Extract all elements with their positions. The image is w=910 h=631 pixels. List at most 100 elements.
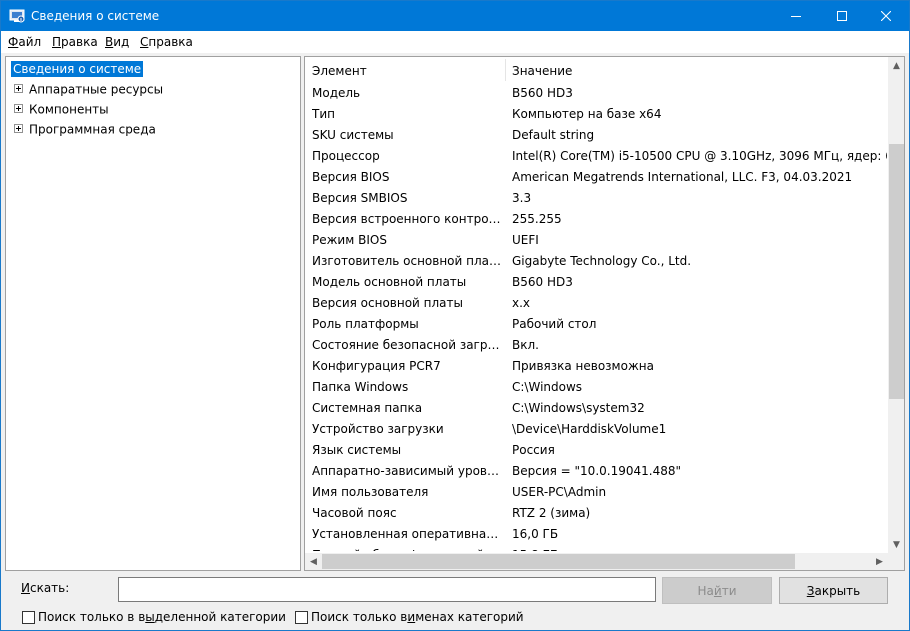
horizontal-scrollbar[interactable]: ◀ ▶ bbox=[305, 553, 888, 570]
scroll-right-icon[interactable]: ▶ bbox=[871, 553, 888, 570]
table-row[interactable]: Системная папка C:\Windows\system32 bbox=[305, 398, 887, 419]
tree-item-system-summary[interactable]: Сведения о системе bbox=[11, 61, 144, 77]
element-cell: Имя пользователя bbox=[312, 485, 429, 499]
column-divider[interactable] bbox=[505, 59, 506, 81]
column-header-element[interactable]: Элемент bbox=[312, 64, 367, 78]
maximize-button[interactable] bbox=[819, 1, 865, 31]
table-row[interactable]: Роль платформы Рабочий стол bbox=[305, 314, 887, 335]
vertical-scrollbar[interactable]: ▲ ▼ bbox=[888, 57, 904, 553]
element-cell: Модель bbox=[312, 86, 361, 100]
menu-edit[interactable]: Правка bbox=[52, 35, 98, 49]
category-tree: Сведения о системе Аппаратные ресурсы Ко… bbox=[5, 56, 301, 571]
list-rows: Модель B560 HD3 Тип Компьютер на базе x64 SK… bbox=[305, 83, 887, 551]
element-cell: Конфигурация PCR7 bbox=[312, 359, 441, 373]
close-button-label: акрыть bbox=[814, 583, 861, 598]
msinfo-window: Сведения о системе Файл Правка Вид Справ… bbox=[0, 0, 910, 631]
value-cell: B560 HD3 bbox=[512, 275, 573, 289]
scroll-down-icon[interactable]: ▼ bbox=[888, 536, 904, 553]
table-row[interactable]: Состояние безопасной загруз... Вкл. bbox=[305, 335, 887, 356]
table-row[interactable]: Изготовитель основной платы Gigabyte Tech… bbox=[305, 251, 887, 272]
checkbox[interactable] bbox=[22, 610, 35, 624]
title-bar[interactable]: Сведения о системе bbox=[1, 1, 909, 31]
element-cell: Тип bbox=[312, 107, 335, 121]
minimize-button[interactable] bbox=[773, 1, 819, 31]
table-row[interactable]: Модель B560 HD3 bbox=[305, 83, 887, 104]
menu-view-accel: В bbox=[105, 35, 114, 49]
table-row[interactable]: Режим BIOS UEFI bbox=[305, 230, 887, 251]
option-label: Поиск только в в bbox=[38, 610, 146, 624]
expand-icon[interactable] bbox=[14, 104, 23, 113]
tree-item-software-environment[interactable]: Программная среда bbox=[14, 121, 156, 137]
table-row[interactable]: Язык системы Россия bbox=[305, 440, 887, 461]
value-cell: USER-PC\Admin bbox=[512, 485, 607, 499]
checkbox[interactable] bbox=[295, 610, 308, 624]
value-cell: C:\Windows\system32 bbox=[512, 401, 645, 415]
menu-edit-accel: П bbox=[52, 35, 62, 49]
table-row[interactable]: Имя пользователя USER-PC\Admin bbox=[305, 482, 887, 503]
option-label-end: менах категорий bbox=[415, 610, 524, 624]
close-icon bbox=[881, 11, 891, 21]
table-row[interactable]: Версия встроенного контролл... 255.255 bbox=[305, 209, 887, 230]
system-info-icon bbox=[9, 9, 25, 23]
value-cell: 15,8 ГБ bbox=[512, 545, 887, 551]
scrollbar-corner bbox=[888, 553, 904, 570]
element-cell: Часовой пояс bbox=[312, 506, 397, 520]
find-input[interactable] bbox=[118, 577, 656, 602]
column-header-value[interactable]: Значение bbox=[512, 64, 572, 78]
list-header: Элемент Значение bbox=[305, 57, 887, 83]
close-button[interactable]: Закрыть bbox=[779, 577, 888, 604]
element-cell: Версия SMBIOS bbox=[312, 191, 408, 205]
table-row[interactable]: Процессор Intel(R) Core(TM) i5-10500 CPU … bbox=[305, 146, 887, 167]
tree-item-hardware-resources[interactable]: Аппаратные ресурсы bbox=[14, 81, 163, 97]
table-row[interactable]: Аппаратно-зависимый уровен... Версия = "1… bbox=[305, 461, 887, 482]
tree-item-label: Компоненты bbox=[29, 102, 109, 117]
element-cell: Роль платформы bbox=[312, 317, 419, 331]
element-cell: Установленная оперативная п... bbox=[312, 527, 504, 541]
element-cell: Изготовитель основной платы bbox=[312, 254, 504, 268]
menu-file-label: айл bbox=[18, 35, 42, 49]
menu-file[interactable]: Файл bbox=[8, 35, 41, 49]
table-row[interactable]: Полный объем физической па... 15,8 ГБ bbox=[305, 545, 887, 551]
element-cell: Устройство загрузки bbox=[312, 422, 444, 436]
tree-item-components[interactable]: Компоненты bbox=[14, 101, 109, 117]
element-cell: Версия основной платы bbox=[312, 296, 463, 310]
table-row[interactable]: Часовой пояс RTZ 2 (зима) bbox=[305, 503, 887, 524]
find-label-text: скать: bbox=[29, 581, 70, 595]
close-window-button[interactable] bbox=[863, 1, 909, 31]
element-cell: Версия BIOS bbox=[312, 170, 390, 184]
value-cell: Россия bbox=[512, 443, 555, 457]
table-row[interactable]: Папка Windows C:\Windows bbox=[305, 377, 887, 398]
value-cell: Intel(R) Core(TM) i5-10500 CPU @ 3.10GHz… bbox=[512, 149, 887, 163]
menu-help[interactable]: Справка bbox=[140, 35, 193, 49]
table-row[interactable]: SKU системы Default string bbox=[305, 125, 887, 146]
menu-file-accel: Ф bbox=[8, 35, 19, 49]
search-selected-category-option[interactable]: Поиск только в в ы деленной категории bbox=[22, 610, 286, 624]
find-button[interactable]: На й ти bbox=[662, 577, 772, 604]
menu-edit-label: равка bbox=[61, 35, 98, 49]
menu-help-label: правка bbox=[148, 35, 193, 49]
table-row[interactable]: Тип Компьютер на базе x64 bbox=[305, 104, 887, 125]
expand-icon[interactable] bbox=[14, 124, 23, 133]
scroll-left-icon[interactable]: ◀ bbox=[305, 553, 322, 570]
close-button-accel: З bbox=[806, 583, 815, 598]
vertical-scroll-thumb[interactable] bbox=[889, 144, 904, 399]
table-row[interactable]: Версия основной платы x.x bbox=[305, 293, 887, 314]
value-cell: UEFI bbox=[512, 233, 539, 247]
expand-icon[interactable] bbox=[14, 84, 23, 93]
table-row[interactable]: Установленная оперативная п... 16,0 ГБ bbox=[305, 524, 887, 545]
table-row[interactable]: Модель основной платы B560 HD3 bbox=[305, 272, 887, 293]
value-cell: Версия = "10.0.19041.488" bbox=[512, 464, 681, 478]
tree-item-label: Аппаратные ресурсы bbox=[29, 82, 164, 97]
table-row[interactable]: Конфигурация PCR7 Привязка невозможна bbox=[305, 356, 887, 377]
horizontal-scroll-thumb[interactable] bbox=[322, 554, 795, 569]
scroll-up-icon[interactable]: ▲ bbox=[888, 57, 904, 74]
value-cell: Gigabyte Technology Co., Ltd. bbox=[512, 254, 692, 268]
table-row[interactable]: Устройство загрузки \Device\HarddiskVolum… bbox=[305, 419, 887, 440]
option-label: Поиск только в bbox=[311, 610, 408, 624]
element-cell: Режим BIOS bbox=[312, 233, 387, 247]
value-cell: Компьютер на базе x64 bbox=[512, 107, 662, 121]
table-row[interactable]: Версия SMBIOS 3.3 bbox=[305, 188, 887, 209]
table-row[interactable]: Версия BIOS American Megatrends Internati… bbox=[305, 167, 887, 188]
menu-view[interactable]: Вид bbox=[105, 35, 129, 49]
search-category-names-option[interactable]: Поиск только в и менах категорий bbox=[295, 610, 524, 624]
